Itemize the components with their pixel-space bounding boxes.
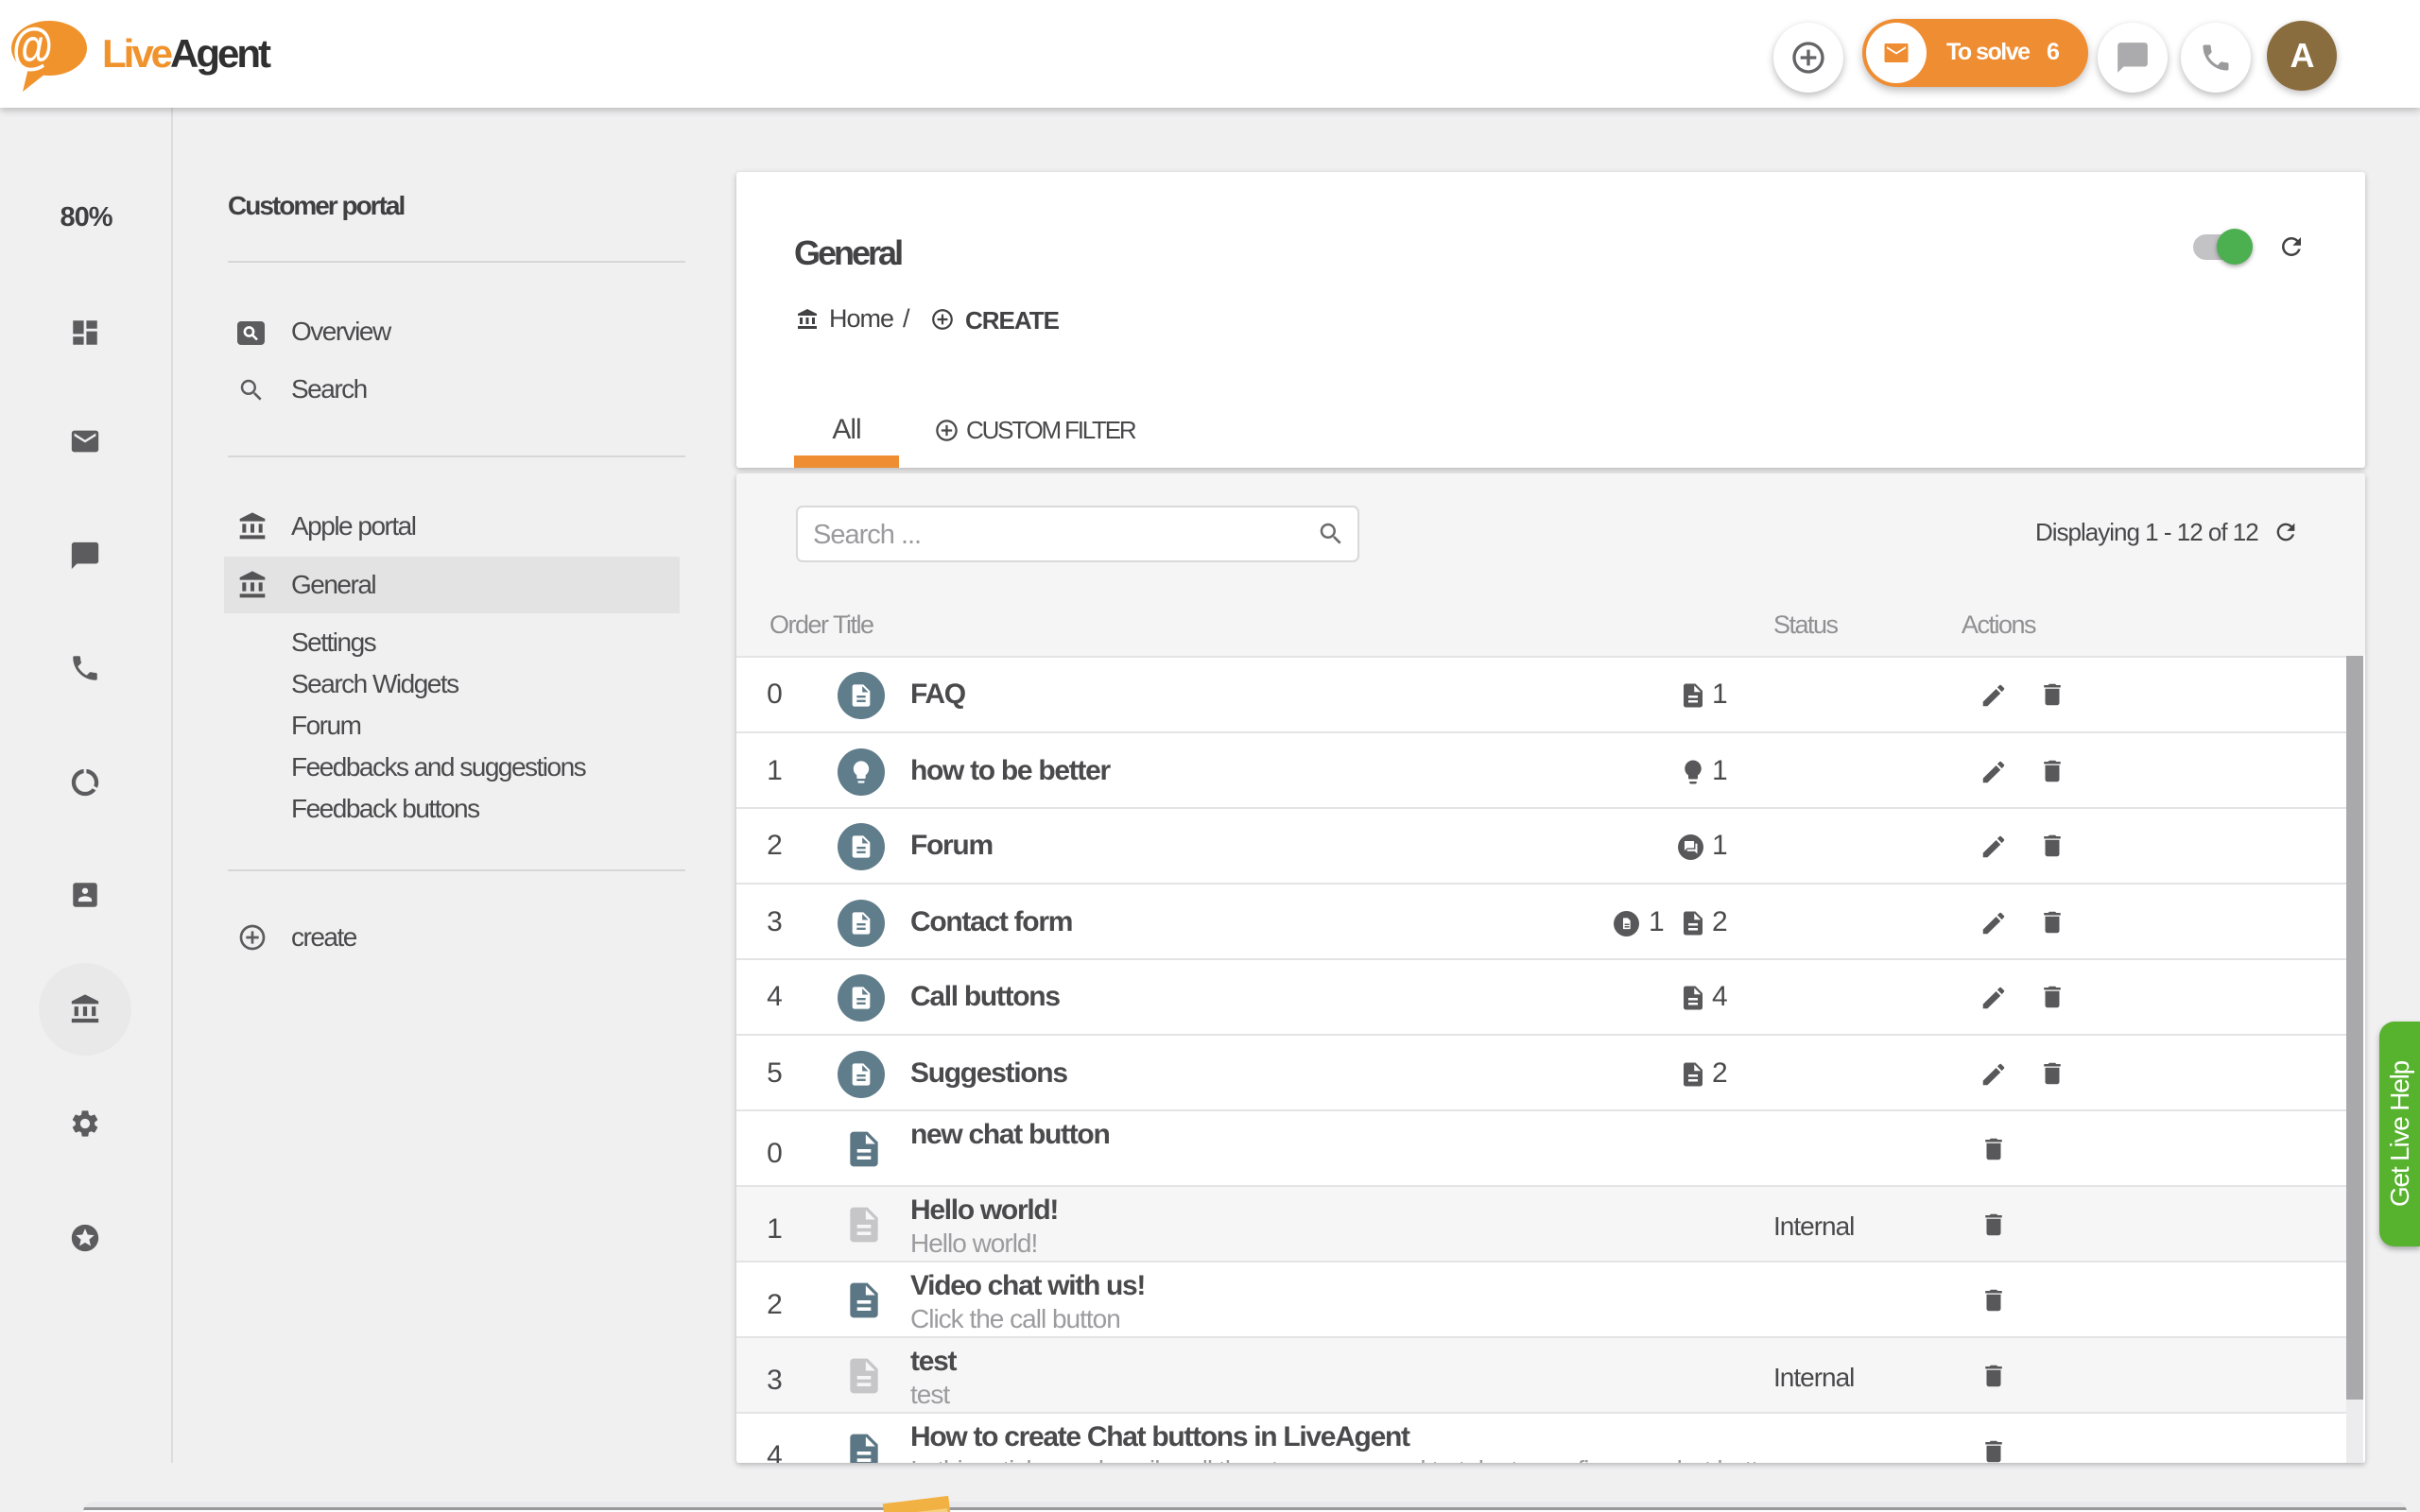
svg-text:@: @ [12,18,52,75]
